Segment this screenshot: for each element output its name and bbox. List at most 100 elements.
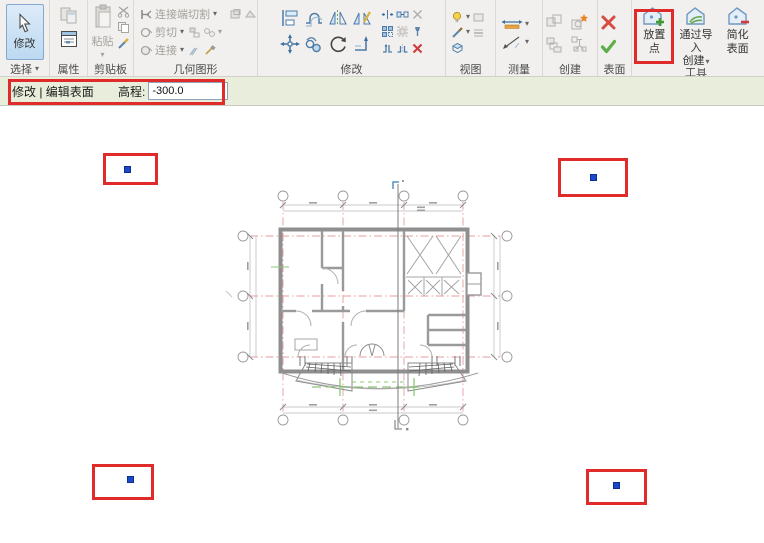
grid-lines [250,202,500,414]
cut-geometry-button[interactable]: 剪切▾ [155,24,184,41]
visibility-dropdown-icon[interactable]: ▾ [466,13,470,21]
simplify-surface-button[interactable]: 简化 表面 [717,4,758,55]
building-walls [281,230,482,372]
measure-panel-label: 测量 [496,61,542,76]
finish-edit-surface-icon[interactable] [600,38,617,55]
modify-tool-button[interactable]: 修改 [6,4,44,60]
create-parts-icon[interactable] [570,35,590,55]
split-face-icon [188,26,201,39]
move-icon[interactable] [280,34,300,54]
split-element-icon[interactable] [381,42,394,55]
align-adjust-icon[interactable] [381,8,394,21]
cut-geometry-icon [140,26,153,39]
trim-extend-icon[interactable] [352,34,372,54]
cursor-icon [15,13,35,33]
place-point-button[interactable]: 放置 点 [634,4,675,55]
point-highlight-box-bottom-left [92,464,154,500]
cancel-edit-surface-icon[interactable] [600,14,617,31]
stray-mark [226,291,232,297]
dimension-text-marks [247,202,499,411]
offset-icon[interactable] [304,8,324,28]
panel-measure: ▾ ▾ 测量 [496,0,543,76]
select-panel-label[interactable]: 选择▾ [0,61,49,76]
join-end-cut-button[interactable]: 连接端切割▾ [155,6,217,23]
match-type-icon[interactable] [117,37,130,50]
align-face-icon [188,44,201,57]
tools-panel-label: 工具 [632,68,760,76]
join-geometry-icon [140,44,153,57]
panel-select: 修改 选择▾ [0,0,50,76]
pin-icon[interactable] [411,25,424,38]
create-from-import-label-2: 创建 [683,55,705,68]
group-icon[interactable] [396,25,409,38]
copy-icon[interactable] [117,21,130,34]
place-point-icon [642,6,666,28]
create-from-import-icon [684,6,708,28]
join-geometry-button[interactable]: 连接▾ [155,42,184,59]
graphics-dropdown-icon[interactable]: ▾ [466,28,470,36]
override-graphics-icon[interactable] [451,26,464,39]
thin-lines-icon[interactable] [472,26,485,39]
panel-create: 创建 [543,0,598,76]
demolish-icon [203,44,216,57]
ribbon: 修改 选择▾ 属性 [0,0,764,77]
split-gap-icon[interactable] [396,42,409,55]
elevation-input[interactable] [148,82,228,100]
elevation-label: 高程: [118,83,145,100]
join-end-cut-icon [140,8,153,21]
surface-point-top-right[interactable] [590,174,597,181]
create-similar-icon[interactable] [570,12,590,32]
unpin-icon[interactable] [411,8,424,21]
surface-point-bottom-right[interactable] [613,482,620,489]
create-from-import-dropdown-icon[interactable]: ▾ [706,58,710,66]
panel-view: ▾ ▾ 视图 [446,0,496,76]
paste-icon[interactable] [93,4,113,30]
paste-button-label[interactable]: 粘贴 [92,33,114,49]
surface-point-bottom-left[interactable] [127,476,134,483]
properties-palette-icon[interactable] [59,29,79,49]
dimension-icon[interactable] [501,35,523,50]
panel-modify: 修改 [258,0,446,76]
rotate-icon[interactable] [328,34,348,54]
panel-surface: 表面 [598,0,632,76]
create-panel-label: 创建 [543,61,597,76]
section-line [393,180,408,430]
place-point-label-1: 放置 [643,29,665,42]
clipboard-panel-label: 剪贴板 [88,61,133,76]
wall-join-icon [229,8,242,21]
mode-status-label: 修改 | 编辑表面 [12,83,104,100]
place-point-label-2: 点 [649,43,660,56]
surface-panel-label: 表面 [598,61,631,76]
delete-icon[interactable] [411,42,424,55]
surface-point-top-left[interactable] [124,166,131,173]
create-from-import-label-1: 通过导入 [676,29,717,54]
family-types-icon[interactable] [59,5,79,25]
array-icon[interactable] [381,25,394,38]
create-from-import-button[interactable]: 通过导入 创建 ▾ [676,4,717,68]
geometry-panel-label: 几何图形 [134,61,257,76]
measure-icon[interactable] [501,18,523,31]
panel-geometry: 连接端切割▾ 剪切▾ ▾ 连接▾ [134,0,258,76]
section-box-icon[interactable] [451,41,464,54]
align-icon[interactable] [280,8,300,28]
visibility-lightbulb-icon[interactable] [451,11,464,24]
geometry-dropdown-icon[interactable]: ▾ [218,28,222,36]
beam-join-icon [244,8,257,21]
entrance-double-door [360,344,384,356]
simplify-surface-icon [726,6,750,28]
paste-dropdown-icon[interactable]: ▾ [100,51,104,59]
hide-element-icon[interactable] [472,11,485,24]
simplify-surface-label-2: 表面 [727,43,749,56]
create-assembly-icon[interactable] [545,35,565,55]
cut-icon[interactable] [117,5,130,18]
offset-adjust-icon[interactable] [396,8,409,21]
modify-button-label: 修改 [14,35,36,51]
mirror-draw-axis-icon[interactable] [352,8,372,28]
mirror-pick-axis-icon[interactable] [328,8,348,28]
dimension-dropdown-icon[interactable]: ▾ [525,38,529,46]
copy-move-icon[interactable] [304,34,324,54]
create-group-icon[interactable] [545,12,565,32]
panel-tools: 放置 点 通过导入 创建 ▾ 简化 [632,0,760,76]
options-bar: 修改 | 编辑表面 高程: [0,77,764,106]
measure-dropdown-icon[interactable]: ▾ [525,20,529,28]
